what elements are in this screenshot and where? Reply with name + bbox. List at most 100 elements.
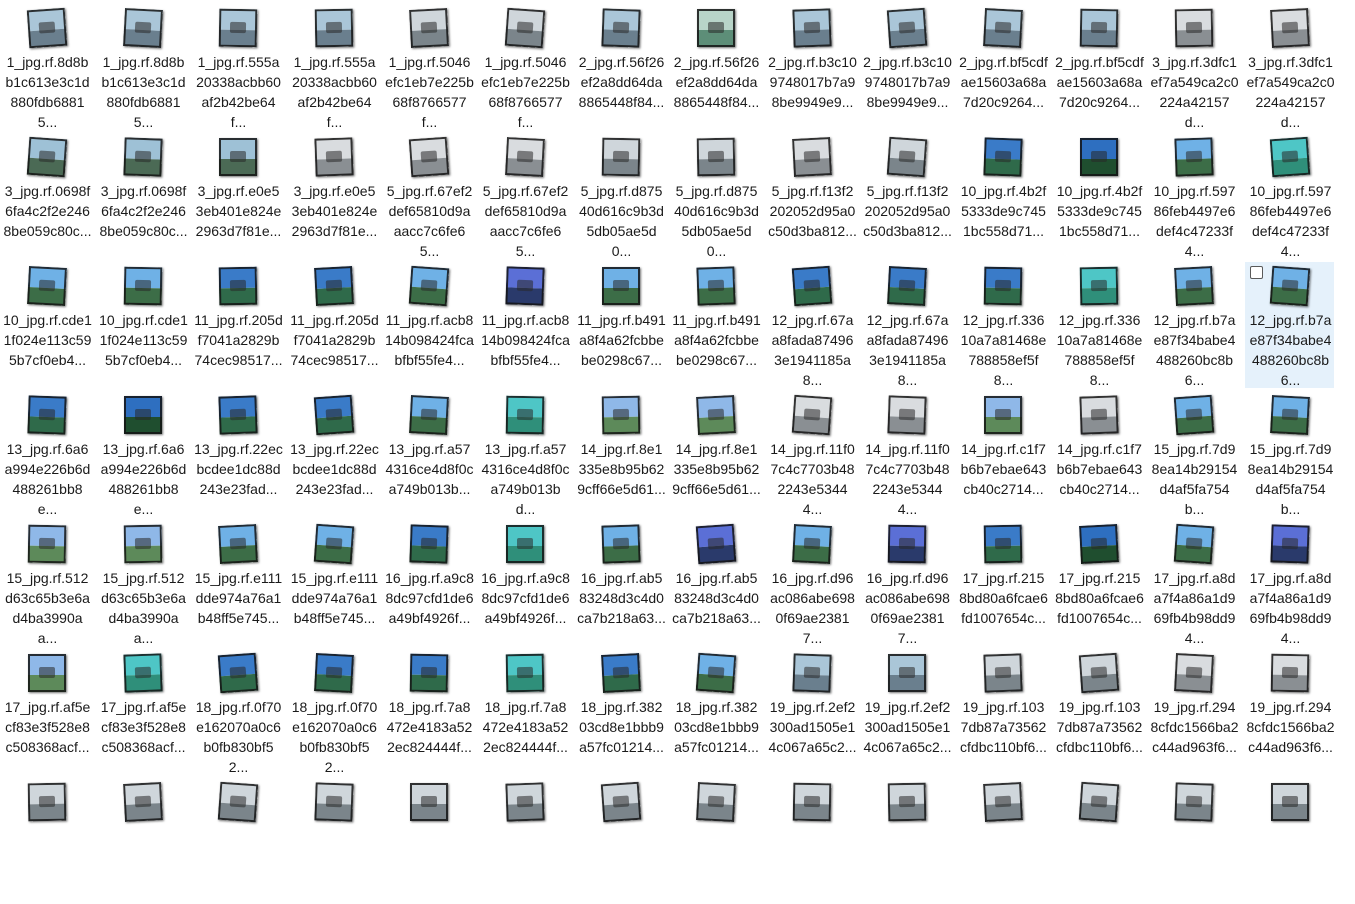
file-item[interactable]: 10_jpg.rf.cde11f024e113c595b7cf0eb4... <box>98 262 188 388</box>
file-item[interactable] <box>671 778 760 904</box>
file-item[interactable]: 10_jpg.rf.cde11f024e113c595b7cf0eb4... <box>2 262 92 388</box>
file-item[interactable]: 15_jpg.rf.512d63c65b3e6ad4ba3990aa... <box>98 520 187 646</box>
file-item[interactable]: 5_jpg.rf.d87540d616c9b3d5db05ae5d0... <box>671 133 760 259</box>
file-item[interactable]: 5_jpg.rf.f13f2202052d95a0c50d3ba812... <box>862 133 952 259</box>
file-item[interactable]: 2_jpg.rf.bf5cdfae15603a68a7d20c9264... <box>1054 4 1144 130</box>
file-item[interactable]: 13_jpg.rf.22ecbcdee1dc88d243e23fad... <box>289 391 379 517</box>
file-item[interactable]: 1_jpg.rf.8d8bb1c613e3c1d880fdb68815... <box>98 4 187 130</box>
file-item[interactable]: 10_jpg.rf.59786feb4497e6def4c47233f4... <box>1149 133 1238 259</box>
file-item[interactable]: 18_jpg.rf.0f70e162070a0c6b0fb830bf52... <box>289 649 378 775</box>
file-item[interactable]: 16_jpg.rf.a9c88dc97cfd1de6a49bf4926f... <box>384 520 474 646</box>
image-thumbnail <box>123 137 163 177</box>
file-item[interactable]: 18_jpg.rf.7a8472e4183a522ec824444f... <box>480 649 569 775</box>
file-item[interactable]: 17_jpg.rf.af5ecf83e3f528e8c508368acf... <box>98 649 187 775</box>
file-item[interactable]: 17_jpg.rf.2158bd80a6fcae6fd1007654c... <box>1054 520 1144 646</box>
file-item[interactable]: 12_jpg.rf.67aa8fada874963e1941185a8... <box>767 262 856 388</box>
file-item[interactable]: 16_jpg.rf.ab583248d3c4d0ca7b218a63... <box>671 520 761 646</box>
file-item[interactable]: 11_jpg.rf.205df7041a2829b74cec98517... <box>289 262 379 388</box>
file-item[interactable] <box>862 778 951 904</box>
file-item[interactable]: 18_jpg.rf.7a8472e4183a522ec824444f... <box>384 649 473 775</box>
file-item[interactable]: 15_jpg.rf.e111dde974a76a1b48ff5e745... <box>289 520 378 646</box>
file-item[interactable] <box>576 778 665 904</box>
file-item[interactable]: 1_jpg.rf.8d8bb1c613e3c1d880fdb68815... <box>2 4 91 130</box>
file-item[interactable]: 16_jpg.rf.d96ac086abe6980f69ae23817... <box>862 520 951 646</box>
file-item[interactable]: 17_jpg.rf.a8da7f4a86a1d969fb4b98dd94... <box>1245 520 1334 646</box>
file-item[interactable]: 10_jpg.rf.59786feb4497e6def4c47233f4... <box>1245 133 1334 259</box>
file-item[interactable]: 15_jpg.rf.7d98ea14b29154d4af5fa754b... <box>1245 391 1334 517</box>
file-item[interactable]: 3_jpg.rf.3dfc1ef7a549ca2c0224a42157d... <box>1245 4 1334 130</box>
file-item[interactable]: 3_jpg.rf.e0e53eb401e824e2963d7f81e... <box>289 133 378 259</box>
file-item[interactable] <box>480 778 569 904</box>
file-item[interactable]: 1_jpg.rf.5046efc1eb7e225b68f8766577f... <box>384 4 474 130</box>
file-item[interactable]: 15_jpg.rf.7d98ea14b29154d4af5fa754b... <box>1149 391 1238 517</box>
file-item[interactable]: 11_jpg.rf.acb814b098424fcabfbf55fe4... <box>480 262 570 388</box>
file-item[interactable]: 19_jpg.rf.2ef2300ad1505e14c067a65c2... <box>767 649 856 775</box>
file-item[interactable]: 14_jpg.rf.c1f7b6b7ebae643cb40c2714... <box>1054 391 1143 517</box>
file-item[interactable]: 14_jpg.rf.11f07c4c7703b482243e53444... <box>862 391 951 517</box>
file-item[interactable]: 12_jpg.rf.67aa8fada874963e1941185a8... <box>862 262 951 388</box>
file-item[interactable]: 14_jpg.rf.c1f7b6b7ebae643cb40c2714... <box>958 391 1047 517</box>
file-item[interactable]: 15_jpg.rf.512d63c65b3e6ad4ba3990aa... <box>2 520 91 646</box>
file-item[interactable]: 14_jpg.rf.11f07c4c7703b482243e53444... <box>767 391 856 517</box>
file-item[interactable]: 3_jpg.rf.0698f6fa4c2f2e2468be059c80c... <box>2 133 91 259</box>
file-item[interactable]: 13_jpg.rf.6a6a994e226b6d488261bb8e... <box>2 391 91 517</box>
file-item[interactable]: 17_jpg.rf.2158bd80a6fcae6fd1007654c... <box>958 520 1048 646</box>
file-item[interactable]: 19_jpg.rf.1037db87a73562cfdbc110bf6... <box>1054 649 1143 775</box>
file-item[interactable]: 18_jpg.rf.38203cd8e1bbb9a57fc01214... <box>671 649 760 775</box>
file-item[interactable]: 12_jpg.rf.b7ae87f34babe4488260bc8b6... <box>1245 262 1334 388</box>
file-item[interactable] <box>958 778 1047 904</box>
file-item[interactable]: 3_jpg.rf.0698f6fa4c2f2e2468be059c80c... <box>98 133 187 259</box>
file-item[interactable]: 2_jpg.rf.b3c109748017b7a98be9949e9... <box>767 4 857 130</box>
file-item[interactable]: 12_jpg.rf.33610a7a81468e788858ef5f8... <box>958 262 1047 388</box>
file-item[interactable]: 1_jpg.rf.555a20338acbb60af2b42be64f... <box>289 4 378 130</box>
file-item[interactable]: 3_jpg.rf.e0e53eb401e824e2963d7f81e... <box>193 133 282 259</box>
file-item[interactable]: 13_jpg.rf.a574316ce4d8f0ca749b013b... <box>384 391 473 517</box>
file-item[interactable] <box>1149 778 1238 904</box>
file-item[interactable]: 10_jpg.rf.4b2f5333de9c7451bc558d71... <box>958 133 1047 259</box>
file-item[interactable]: 2_jpg.rf.56f26ef2a8dd64da8865448f84... <box>671 4 760 130</box>
file-item[interactable]: 16_jpg.rf.d96ac086abe6980f69ae23817... <box>767 520 856 646</box>
file-item[interactable] <box>193 778 282 904</box>
file-item[interactable] <box>767 778 856 904</box>
file-item[interactable]: 11_jpg.rf.205df7041a2829b74cec98517... <box>193 262 283 388</box>
file-item[interactable]: 2_jpg.rf.b3c109748017b7a98be9949e9... <box>862 4 952 130</box>
file-item[interactable]: 5_jpg.rf.f13f2202052d95a0c50d3ba812... <box>767 133 857 259</box>
file-item[interactable]: 5_jpg.rf.67ef2def65810d9aaacc7c6fe65... <box>480 133 569 259</box>
file-item[interactable]: 13_jpg.rf.22ecbcdee1dc88d243e23fad... <box>193 391 283 517</box>
file-item[interactable]: 2_jpg.rf.56f26ef2a8dd64da8865448f84... <box>576 4 665 130</box>
file-item[interactable]: 11_jpg.rf.b491a8f4a62fcbbebe0298c67... <box>671 262 761 388</box>
file-item[interactable]: 15_jpg.rf.e111dde974a76a1b48ff5e745... <box>193 520 282 646</box>
file-item[interactable]: 19_jpg.rf.1037db87a73562cfdbc110bf6... <box>958 649 1047 775</box>
file-item[interactable]: 5_jpg.rf.d87540d616c9b3d5db05ae5d0... <box>576 133 665 259</box>
file-item[interactable]: 12_jpg.rf.b7ae87f34babe4488260bc8b6... <box>1149 262 1238 388</box>
file-item[interactable]: 10_jpg.rf.4b2f5333de9c7451bc558d71... <box>1054 133 1143 259</box>
file-item[interactable]: 12_jpg.rf.33610a7a81468e788858ef5f8... <box>1054 262 1143 388</box>
file-item[interactable]: 17_jpg.rf.a8da7f4a86a1d969fb4b98dd94... <box>1149 520 1238 646</box>
select-checkbox[interactable] <box>1250 266 1263 279</box>
file-item[interactable]: 17_jpg.rf.af5ecf83e3f528e8c508368acf... <box>2 649 91 775</box>
file-item[interactable]: 19_jpg.rf.2ef2300ad1505e14c067a65c2... <box>862 649 951 775</box>
file-item[interactable]: 18_jpg.rf.0f70e162070a0c6b0fb830bf52... <box>193 649 282 775</box>
file-item[interactable] <box>384 778 473 904</box>
file-item[interactable]: 11_jpg.rf.b491a8f4a62fcbbebe0298c67... <box>576 262 666 388</box>
file-item[interactable] <box>1245 778 1334 904</box>
file-item[interactable] <box>289 778 378 904</box>
file-item[interactable] <box>2 778 91 904</box>
file-item[interactable]: 16_jpg.rf.a9c88dc97cfd1de6a49bf4926f... <box>480 520 570 646</box>
file-item[interactable]: 19_jpg.rf.2948cfdc1566ba2c44ad963f6... <box>1149 649 1238 775</box>
file-item[interactable] <box>1054 778 1143 904</box>
file-item[interactable]: 1_jpg.rf.555a20338acbb60af2b42be64f... <box>193 4 282 130</box>
file-item[interactable] <box>98 778 187 904</box>
file-item[interactable]: 1_jpg.rf.5046efc1eb7e225b68f8766577f... <box>480 4 570 130</box>
file-item[interactable]: 18_jpg.rf.38203cd8e1bbb9a57fc01214... <box>576 649 665 775</box>
file-item[interactable]: 3_jpg.rf.3dfc1ef7a549ca2c0224a42157d... <box>1149 4 1238 130</box>
file-item[interactable]: 16_jpg.rf.ab583248d3c4d0ca7b218a63... <box>576 520 666 646</box>
file-item[interactable]: 19_jpg.rf.2948cfdc1566ba2c44ad963f6... <box>1245 649 1334 775</box>
file-item[interactable]: 5_jpg.rf.67ef2def65810d9aaacc7c6fe65... <box>384 133 473 259</box>
file-item[interactable]: 14_jpg.rf.8e1335e8b95b629cff66e5d61... <box>671 391 761 517</box>
file-item[interactable]: 13_jpg.rf.a574316ce4d8f0ca749b013bd... <box>480 391 569 517</box>
file-item[interactable]: 13_jpg.rf.6a6a994e226b6d488261bb8e... <box>98 391 187 517</box>
file-item[interactable]: 2_jpg.rf.bf5cdfae15603a68a7d20c9264... <box>958 4 1048 130</box>
file-item[interactable]: 14_jpg.rf.8e1335e8b95b629cff66e5d61... <box>576 391 666 517</box>
file-item[interactable]: 11_jpg.rf.acb814b098424fcabfbf55fe4... <box>384 262 474 388</box>
